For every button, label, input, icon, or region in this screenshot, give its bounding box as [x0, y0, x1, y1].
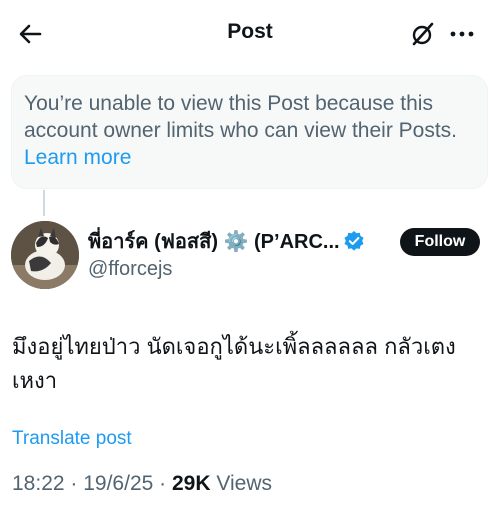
more-horizontal-icon[interactable]: [448, 20, 476, 48]
meta-separator: ·: [159, 472, 172, 495]
post-text: มึงอยู่ไทยป่าว นัดเจอกูได้นะเพิ้ลลลลลล ก…: [12, 334, 456, 393]
grok-icon[interactable]: [409, 20, 437, 48]
avatar[interactable]: [11, 221, 79, 289]
views-count: 29K: [171, 472, 211, 495]
cat-avatar-image: [11, 221, 79, 289]
meta-separator: ·: [70, 472, 84, 495]
post-time[interactable]: 18:22: [12, 472, 65, 495]
top-bar: Post: [0, 0, 500, 70]
learn-more-link[interactable]: Learn more: [24, 146, 131, 169]
views-label: Views: [216, 472, 272, 495]
author-display-name[interactable]: พี่อาร์ค (ฟอสสี) ⚙️ (P’ARC...: [88, 225, 340, 257]
translate-post-link[interactable]: Translate post: [12, 428, 132, 450]
notice-text: You’re unable to view this Post because …: [24, 92, 458, 142]
post-date[interactable]: 19/6/25: [83, 472, 153, 495]
author-handle[interactable]: @fforcejs: [88, 258, 172, 281]
author-name-row[interactable]: พี่อาร์ค (ฟอสสี) ⚙️ (P’ARC...: [88, 227, 365, 255]
unavailable-post-notice: You’re unable to view this Post because …: [11, 75, 488, 189]
thread-connector-line: [43, 190, 45, 216]
follow-button[interactable]: Follow: [400, 228, 480, 256]
post-meta: 18:22 · 19/6/25 · 29K Views: [12, 472, 272, 496]
verified-badge-icon: [344, 231, 364, 251]
